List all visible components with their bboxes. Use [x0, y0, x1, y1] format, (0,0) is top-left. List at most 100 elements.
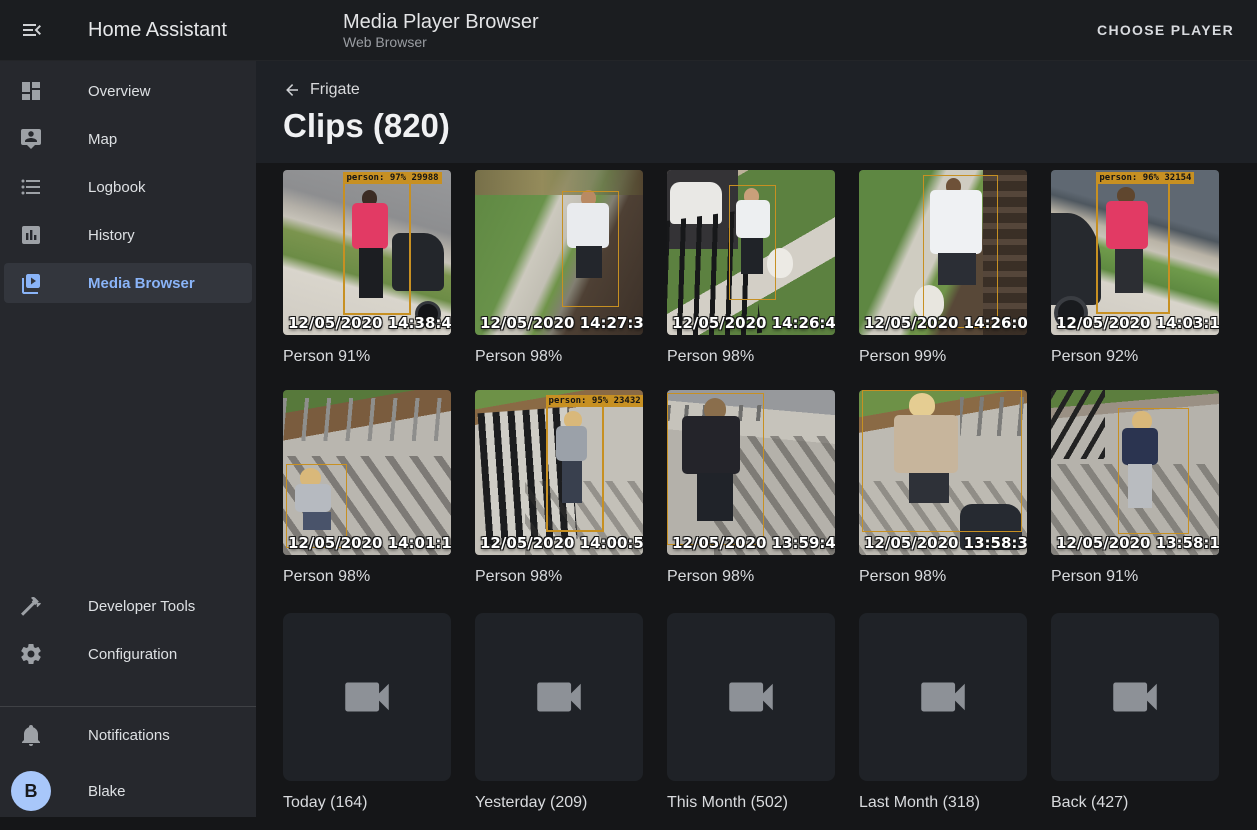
- media-clip-card[interactable]: person: 96% 32154 12/05/2020 14:03:17 Pe…: [1051, 170, 1219, 390]
- clip-thumbnail[interactable]: 12/05/2020 14:26:07: [859, 170, 1027, 335]
- video-icon: [1106, 668, 1164, 726]
- video-icon: [914, 668, 972, 726]
- folder-label: This Month (502): [667, 794, 835, 812]
- folder-label: Last Month (318): [859, 794, 1027, 812]
- page-title: Media Player Browser: [343, 10, 539, 34]
- clip-timestamp: 12/05/2020 14:01:14: [288, 534, 451, 552]
- media-clip-card[interactable]: 12/05/2020 14:01:14 Person 98%: [283, 390, 451, 610]
- bell-icon: [19, 723, 43, 747]
- folder-card-this-month[interactable]: This Month (502): [667, 610, 835, 830]
- folder-card-today[interactable]: Today (164): [283, 610, 451, 830]
- detection-bbox: [667, 393, 764, 545]
- clip-thumbnail[interactable]: person: 97% 29988 12/05/2020 14:38:47: [283, 170, 451, 335]
- media-clip-card[interactable]: 12/05/2020 14:27:35 Person 98%: [475, 170, 643, 390]
- clip-timestamp: 12/05/2020 13:58:30: [864, 534, 1027, 552]
- clip-label: Person 98%: [475, 568, 643, 586]
- sidebar-item-label: Overview: [88, 83, 151, 100]
- sidebar-item-label: Developer Tools: [88, 598, 195, 615]
- tooltip-account-icon: [19, 127, 43, 151]
- clip-thumbnail[interactable]: person: 96% 32154 12/05/2020 14:03:17: [1051, 170, 1219, 335]
- clip-label: Person 98%: [283, 568, 451, 586]
- clip-label: Person 92%: [1051, 348, 1219, 366]
- media-clip-card[interactable]: 12/05/2020 14:26:07 Person 99%: [859, 170, 1027, 390]
- detection-bbox: [1118, 408, 1189, 533]
- folder-card-yesterday[interactable]: Yesterday (209): [475, 610, 643, 830]
- arrow-left-icon: [283, 81, 301, 99]
- media-clip-card[interactable]: 12/05/2020 13:58:30 Person 98%: [859, 390, 1027, 610]
- folder-tile[interactable]: [1051, 613, 1219, 781]
- clip-thumbnail[interactable]: person: 95% 23432 12/05/2020 14:00:52: [475, 390, 643, 555]
- clip-thumbnail[interactable]: 12/05/2020 13:58:17: [1051, 390, 1219, 555]
- sidebar-item-label: Logbook: [88, 179, 146, 196]
- sidebar-item-history[interactable]: History: [4, 215, 252, 255]
- gear-icon: [19, 642, 43, 666]
- sidebar-item-label: Map: [88, 131, 117, 148]
- clip-label: Person 98%: [667, 348, 835, 366]
- media-clip-card[interactable]: 12/05/2020 13:59:49 Person 98%: [667, 390, 835, 610]
- clip-label: Person 91%: [283, 348, 451, 366]
- video-icon: [338, 668, 396, 726]
- media-clip-card[interactable]: 12/05/2020 13:58:17 Person 91%: [1051, 390, 1219, 610]
- app-header: Home Assistant Media Player Browser Web …: [0, 0, 1257, 61]
- avatar: B: [11, 771, 51, 811]
- sidebar: Overview Map Logbook History Media Brows…: [0, 61, 256, 817]
- sidebar-item-logbook[interactable]: Logbook: [4, 167, 252, 207]
- folder-label: Back (427): [1051, 794, 1219, 812]
- clip-timestamp: 12/05/2020 14:26:46: [672, 314, 835, 332]
- sidebar-item-developer-tools[interactable]: Developer Tools: [4, 586, 252, 626]
- sidebar-item-overview[interactable]: Overview: [4, 71, 252, 111]
- detection-label: person: 95% 23432: [546, 395, 643, 407]
- play-box-multiple-icon: [19, 271, 43, 295]
- sidebar-item-notifications[interactable]: Notifications: [4, 715, 252, 755]
- sidebar-item-configuration[interactable]: Configuration: [4, 634, 252, 674]
- folder-card-last-month[interactable]: Last Month (318): [859, 610, 1027, 830]
- detection-bbox: person: 97% 29988: [343, 182, 410, 316]
- folder-tile[interactable]: [859, 613, 1027, 781]
- clip-thumbnail[interactable]: 12/05/2020 13:58:30: [859, 390, 1027, 555]
- sidebar-item-profile[interactable]: B Blake: [4, 771, 252, 811]
- detection-bbox: person: 96% 32154: [1096, 182, 1170, 314]
- sidebar-item-map[interactable]: Map: [4, 119, 252, 159]
- sidebar-divider: [0, 706, 256, 707]
- clip-timestamp: 12/05/2020 13:58:17: [1056, 534, 1219, 552]
- clip-label: Person 98%: [475, 348, 643, 366]
- folder-tile[interactable]: [475, 613, 643, 781]
- media-grid: person: 97% 29988 12/05/2020 14:38:47 Pe…: [283, 170, 1257, 830]
- media-clip-card[interactable]: 12/05/2020 14:26:46 Person 98%: [667, 170, 835, 390]
- clip-timestamp: 12/05/2020 14:38:47: [288, 314, 451, 332]
- folder-tile[interactable]: [283, 613, 451, 781]
- media-clip-card[interactable]: person: 95% 23432 12/05/2020 14:00:52 Pe…: [475, 390, 643, 610]
- content-header: Frigate Clips (820): [256, 61, 1257, 163]
- clip-thumbnail[interactable]: 12/05/2020 14:27:35: [475, 170, 643, 335]
- folder-tile[interactable]: [667, 613, 835, 781]
- clip-thumbnail[interactable]: 12/05/2020 14:01:14: [283, 390, 451, 555]
- folder-label: Yesterday (209): [475, 794, 643, 812]
- detection-bbox: [562, 191, 619, 307]
- hammer-icon: [19, 594, 43, 618]
- breadcrumb-back-frigate[interactable]: Frigate: [283, 81, 360, 99]
- breadcrumb-label: Frigate: [310, 81, 360, 99]
- detection-label: person: 97% 29988: [343, 172, 441, 184]
- choose-player-button[interactable]: CHOOSE PLAYER: [1097, 22, 1234, 38]
- clip-label: Person 98%: [859, 568, 1027, 586]
- profile-name: Blake: [88, 783, 126, 800]
- detection-bbox: [862, 390, 1022, 532]
- clip-thumbnail[interactable]: 12/05/2020 14:26:46: [667, 170, 835, 335]
- detection-bbox: person: 95% 23432: [546, 405, 605, 532]
- clip-timestamp: 12/05/2020 14:26:07: [864, 314, 1027, 332]
- detection-bbox: [923, 175, 999, 328]
- clip-label: Person 99%: [859, 348, 1027, 366]
- clip-timestamp: 12/05/2020 13:59:49: [672, 534, 835, 552]
- sidebar-item-label: Notifications: [88, 727, 170, 744]
- media-clip-card[interactable]: person: 97% 29988 12/05/2020 14:38:47 Pe…: [283, 170, 451, 390]
- sidebar-item-media-browser[interactable]: Media Browser: [4, 263, 252, 303]
- video-icon: [530, 668, 588, 726]
- menu-open-icon[interactable]: [20, 18, 44, 42]
- list-bulleted-icon: [19, 175, 43, 199]
- clip-thumbnail[interactable]: 12/05/2020 13:59:49: [667, 390, 835, 555]
- app-title: Home Assistant: [88, 19, 227, 42]
- detection-label: person: 96% 32154: [1096, 172, 1194, 184]
- header-left-section: Home Assistant: [0, 0, 256, 60]
- folder-card-back[interactable]: Back (427): [1051, 610, 1219, 830]
- detection-bbox: [729, 185, 776, 301]
